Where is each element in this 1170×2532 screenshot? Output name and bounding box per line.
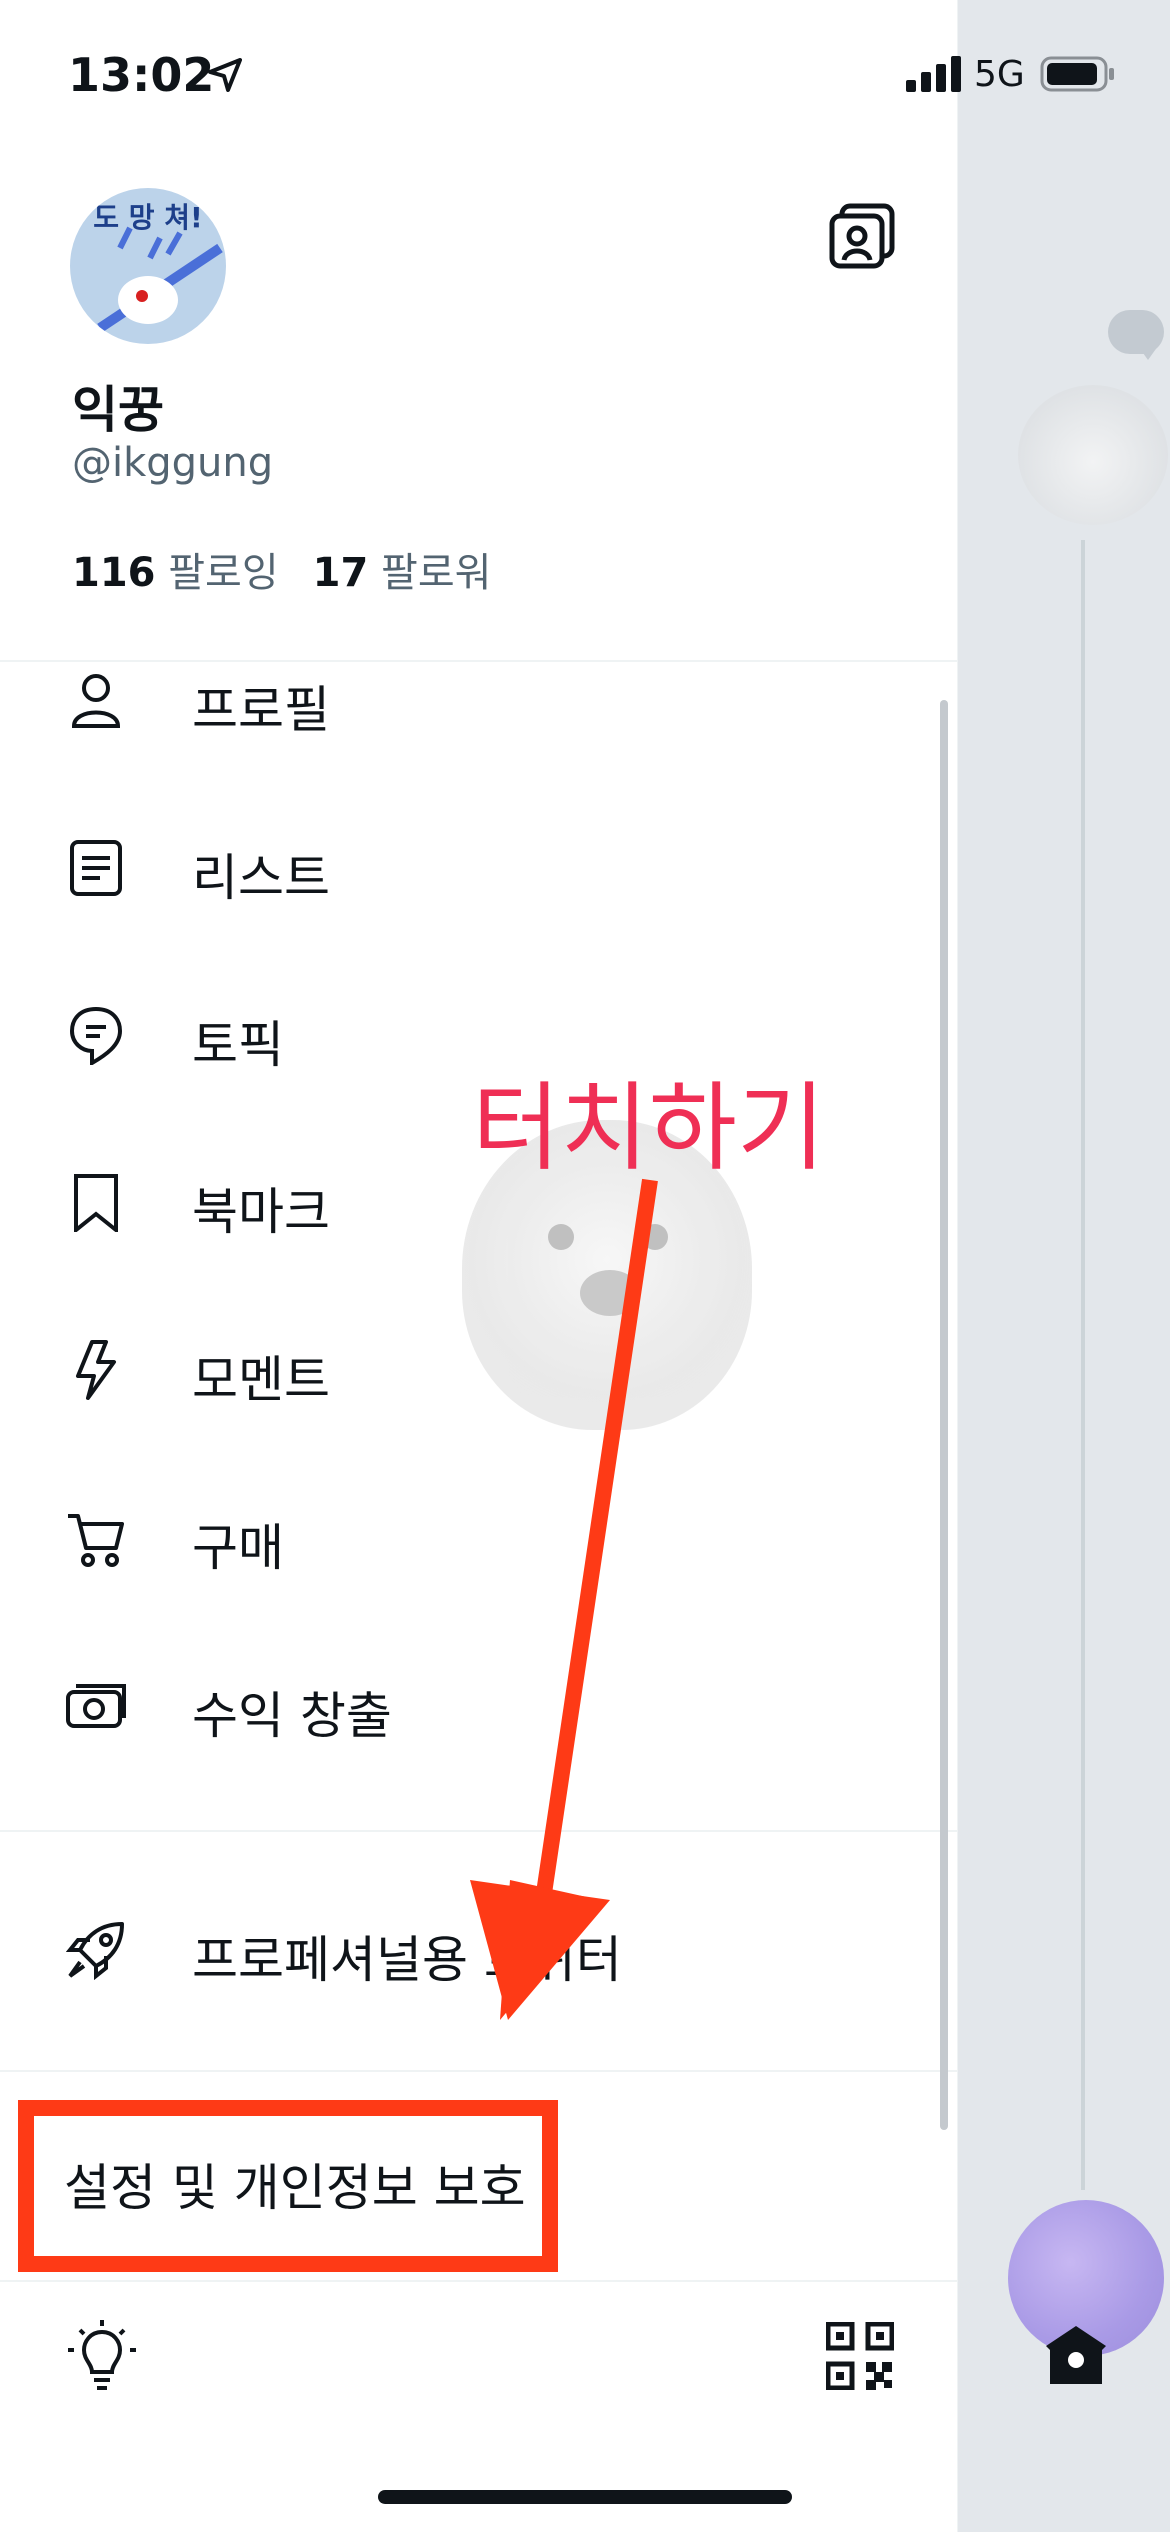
location-arrow-icon (208, 58, 242, 92)
topic-icon (69, 1006, 123, 1065)
lightning-icon (76, 1340, 116, 1400)
cellular-signal-icon (906, 56, 961, 92)
menu-item-label: 리스트 (192, 849, 330, 907)
scrollbar[interactable] (940, 700, 948, 2130)
thread-line (1081, 540, 1085, 2190)
battery-icon (1040, 56, 1114, 92)
followers-count: 17 (312, 550, 369, 596)
menu-item-label: 모멘트 (192, 1351, 330, 1409)
switch-accounts-icon[interactable] (826, 200, 898, 272)
home-indicator (378, 2490, 792, 2504)
timeline-avatar (1018, 385, 1168, 525)
following-count: 116 (72, 550, 156, 596)
avatar[interactable]: 도 망 쳐! (70, 188, 226, 344)
menu-item-label: 구매 (192, 1519, 284, 1577)
menu-item-label: 프로필 (192, 681, 330, 739)
lightbulb-icon[interactable] (64, 2318, 140, 2394)
person-icon (71, 674, 121, 728)
qr-code-icon[interactable] (826, 2322, 894, 2390)
status-time: 13:02 (68, 48, 215, 102)
followers-link[interactable]: 17 팔로워 (313, 550, 492, 596)
following-link[interactable]: 116 팔로잉 (72, 550, 279, 596)
money-icon (66, 1684, 126, 1728)
timeline-backdrop[interactable] (958, 0, 1170, 2532)
menu-item-label: 토픽 (192, 1016, 284, 1074)
user-handle: @ikggung (72, 440, 274, 486)
rocket-icon (66, 1922, 124, 1980)
annotation-highlight-box (18, 2100, 558, 2272)
status-bar: 13:02 5G (0, 0, 1170, 140)
annotation-arrow-icon (470, 1178, 658, 2020)
menu-item-profile[interactable]: 프로필 (0, 640, 940, 760)
reply-bubble-icon (1108, 310, 1164, 360)
display-name[interactable]: 익꿍 (72, 370, 164, 442)
menu-item-label: 북마크 (192, 1183, 330, 1241)
drawer-bottom-bar (0, 2282, 958, 2442)
divider (0, 2070, 958, 2072)
following-label: 팔로잉 (168, 550, 279, 596)
menu-item-label: 수익 창출 (192, 1687, 392, 1745)
cart-icon (68, 1514, 124, 1567)
menu-item-lists[interactable]: 리스트 (0, 808, 940, 928)
followers-label: 팔로워 (381, 550, 492, 596)
avatar-art-icon (97, 226, 223, 333)
home-icon[interactable] (1040, 2320, 1112, 2392)
bookmark-icon (74, 1174, 118, 1232)
list-icon (70, 840, 122, 896)
network-label: 5G (974, 54, 1025, 95)
follow-counts: 116 팔로잉 17 팔로워 (72, 540, 491, 598)
